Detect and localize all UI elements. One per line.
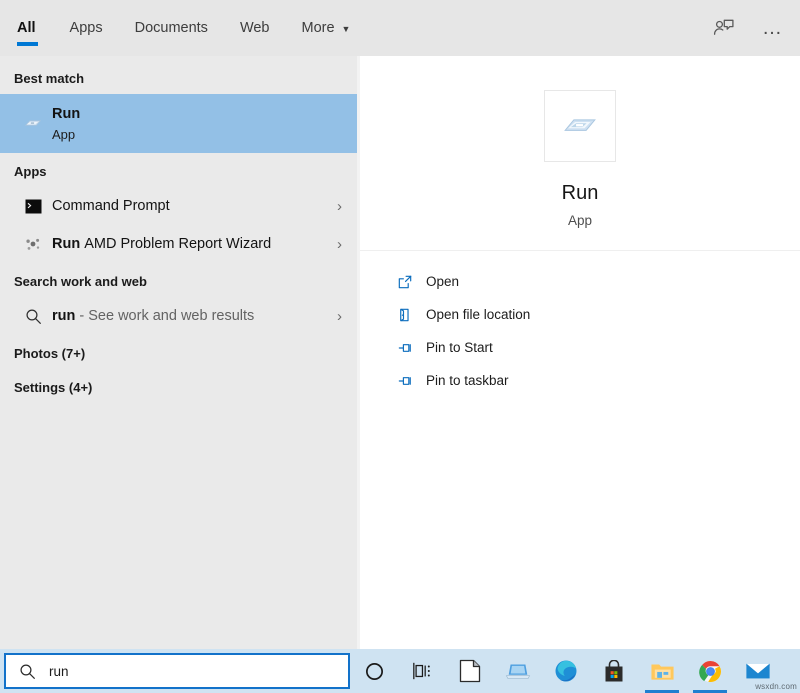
section-header-best-match: Best match [0, 60, 360, 94]
action-open-label: Open [426, 274, 459, 289]
action-pin-to-start-label: Pin to Start [426, 340, 493, 355]
result-item-amd-wizard-text: Run AMD Problem Report Wizard [52, 235, 337, 254]
web-query-text: run [52, 308, 75, 324]
action-pin-to-taskbar-label: Pin to taskbar [426, 373, 509, 388]
remote-desktop-icon[interactable] [494, 649, 542, 693]
task-view-icon[interactable] [398, 649, 446, 693]
search-input-value: run [49, 664, 69, 679]
run-app-icon [14, 113, 52, 135]
action-open-file-location-label: Open file location [426, 307, 530, 322]
pin-icon [390, 373, 420, 389]
result-item-amd-wizard-rest: AMD Problem Report Wizard [84, 236, 271, 252]
result-item-web-search[interactable]: run - See work and web results › [0, 297, 360, 335]
tab-web[interactable]: Web [224, 0, 286, 56]
result-item-run-title: Run [52, 105, 350, 124]
result-item-web-search-title: run - See work and web results [52, 307, 337, 326]
pin-icon [390, 340, 420, 356]
result-item-run-text: Run App [52, 105, 350, 142]
open-external-icon [390, 274, 420, 290]
preview-card: Run App [360, 68, 800, 251]
result-item-run-subtitle: App [52, 127, 350, 142]
search-header: All Apps Documents Web More ▼ [0, 0, 800, 56]
microsoft-edge-icon[interactable] [542, 649, 590, 693]
results-pane: Best match Run App Apps [0, 56, 360, 649]
action-open[interactable]: Open [360, 265, 800, 298]
result-item-run[interactable]: Run App [0, 94, 360, 153]
action-pin-to-taskbar[interactable]: Pin to taskbar [360, 364, 800, 397]
tab-apps[interactable]: Apps [54, 0, 119, 56]
search-icon [14, 308, 52, 325]
watermark: wsxdn.com [755, 682, 797, 691]
result-item-command-prompt-title: Command Prompt [52, 197, 337, 216]
search-icon [19, 663, 36, 680]
command-prompt-icon [14, 199, 52, 214]
google-chrome-icon[interactable] [686, 649, 734, 693]
section-header-settings[interactable]: Settings (4+) [0, 369, 360, 403]
action-pin-to-start[interactable]: Pin to Start [360, 331, 800, 364]
preview-pane: Run App Open [360, 56, 800, 649]
search-input[interactable]: run [4, 653, 350, 689]
preview-app-kind: App [568, 213, 592, 228]
taskbar-icons [350, 649, 782, 693]
cortana-icon[interactable] [350, 649, 398, 693]
chevron-right-icon[interactable]: › [337, 308, 350, 325]
tab-all-label: All [17, 20, 36, 36]
section-header-search-web: Search work and web [0, 263, 360, 297]
search-body: Best match Run App Apps [0, 56, 800, 649]
tab-all[interactable]: All [17, 0, 54, 56]
header-actions: … [710, 0, 784, 56]
microsoft-store-icon[interactable] [590, 649, 638, 693]
amd-icon [14, 235, 52, 253]
preview-app-name: Run [562, 182, 599, 205]
result-item-command-prompt[interactable]: Command Prompt › [0, 187, 360, 225]
more-options-icon[interactable]: … [762, 18, 784, 38]
web-query-suffix: - See work and web results [75, 308, 254, 324]
open-folder-icon [390, 307, 420, 323]
tab-documents[interactable]: Documents [119, 0, 224, 56]
chevron-right-icon[interactable]: › [337, 198, 350, 215]
file-explorer-icon[interactable] [638, 649, 686, 693]
taskbar: run [0, 649, 800, 693]
windows-search-panel: All Apps Documents Web More ▼ [0, 0, 800, 693]
result-item-amd-wizard-title: Run AMD Problem Report Wizard [52, 235, 337, 254]
chevron-down-icon: ▼ [342, 24, 351, 34]
tab-more[interactable]: More ▼ [286, 0, 367, 56]
run-app-icon-large [544, 90, 616, 162]
tab-apps-label: Apps [70, 20, 103, 36]
tab-documents-label: Documents [135, 20, 208, 36]
section-header-apps: Apps [0, 153, 360, 187]
match-highlight: Run [52, 236, 84, 252]
chevron-right-icon[interactable]: › [337, 236, 350, 253]
feedback-person-icon[interactable] [710, 14, 738, 42]
result-item-web-search-text: run - See work and web results [52, 307, 337, 326]
tab-web-label: Web [240, 20, 270, 36]
libreoffice-writer-icon[interactable] [446, 649, 494, 693]
section-header-photos[interactable]: Photos (7+) [0, 335, 360, 369]
preview-actions: Open Open file location [360, 251, 800, 397]
tab-more-label: More [302, 20, 335, 36]
search-filter-tabs: All Apps Documents Web More ▼ [14, 0, 366, 56]
result-item-amd-wizard[interactable]: Run AMD Problem Report Wizard › [0, 225, 360, 263]
result-item-command-prompt-text: Command Prompt [52, 197, 337, 216]
action-open-file-location[interactable]: Open file location [360, 298, 800, 331]
